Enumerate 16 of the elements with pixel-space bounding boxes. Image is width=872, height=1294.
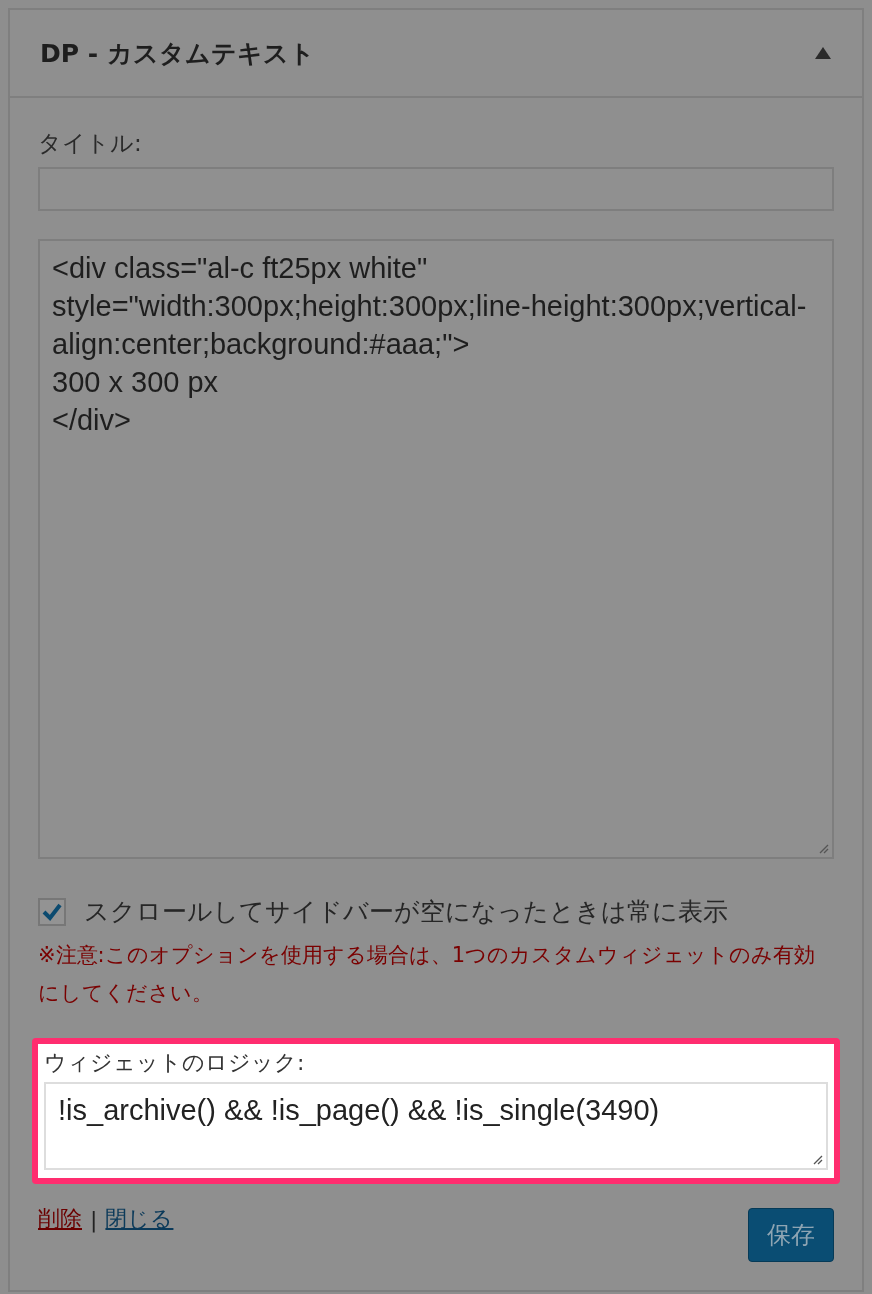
resize-grip-icon[interactable] <box>817 842 829 854</box>
content-textarea[interactable]: <div class="al-c ft25px white" style="width:300px;height:300px;line-height:300px;vertical-align:center;background:#aaa;"> 300 x 300 px </div> <box>38 239 834 859</box>
notice-text: ※注意:このオプションを使用する場合は、1つのカスタムウィジェットのみ有効にしてください。 <box>38 942 817 1007</box>
checkbox[interactable] <box>38 897 66 926</box>
checkbox-label: スクロールしてサイドバーが空になったときは常に表示 <box>84 896 728 928</box>
save-button[interactable]: 保存 <box>748 1208 834 1262</box>
separator: | <box>90 1206 98 1232</box>
widget-header[interactable]: DP - カスタムテキスト <box>10 10 862 98</box>
logic-textarea[interactable]: !is_archive() && !is_page() && !is_single(3490) <box>44 1082 828 1170</box>
field-label: ウィジェットのロジック: <box>44 1049 306 1077</box>
close-link[interactable]: 閉じる <box>105 1204 174 1234</box>
delete-link[interactable]: 削除 <box>38 1204 82 1234</box>
widget-title: DP - カスタムテキスト <box>40 37 315 70</box>
collapse-arrow-icon[interactable] <box>814 46 832 60</box>
resize-grip-icon[interactable] <box>811 1153 823 1165</box>
field-label: タイトル: <box>38 129 143 158</box>
